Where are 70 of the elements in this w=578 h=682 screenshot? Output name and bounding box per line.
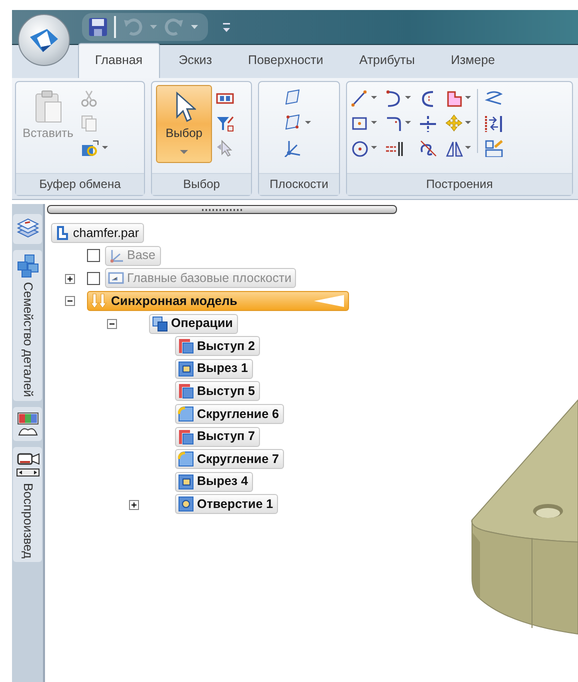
dimension-style-icon[interactable]	[484, 139, 504, 157]
plane-icon[interactable]	[283, 89, 301, 107]
trim-icon[interactable]	[419, 114, 437, 132]
wrap-icon[interactable]	[484, 89, 504, 107]
protrusion-icon	[178, 338, 194, 354]
parts-family-icon	[16, 254, 40, 278]
tree-item[interactable]: Выступ 2	[175, 336, 260, 356]
round-icon	[178, 406, 194, 422]
hole-icon	[178, 496, 194, 512]
fillet-icon[interactable]	[385, 114, 403, 132]
protrusion-icon	[178, 428, 194, 445]
cutout-icon	[178, 360, 194, 377]
group-label: Плоскости	[259, 173, 339, 195]
group-label: Построения	[347, 173, 572, 195]
tree-item[interactable]: Вырез 1	[175, 358, 253, 379]
ribbon-tab[interactable]: Поверхности	[231, 43, 340, 78]
tree-item[interactable]: chamfer.par	[51, 223, 144, 244]
tree-item[interactable]: Скругление 7	[175, 449, 284, 470]
tree-item[interactable]: Выступ 5	[175, 381, 260, 402]
cutout-icon	[178, 474, 194, 490]
circle-icon[interactable]	[351, 139, 369, 157]
expand-toggle[interactable]	[65, 296, 76, 308]
contour-icon[interactable]	[445, 89, 463, 107]
tree-item[interactable]: Операции	[149, 314, 238, 334]
triangle-icon	[314, 294, 344, 308]
sync-icon	[90, 293, 108, 310]
tree-item[interactable]: Отверстие 1	[175, 494, 278, 514]
protrusion-icon	[178, 383, 194, 400]
layers-icon	[16, 218, 40, 240]
flags-icon	[16, 411, 40, 438]
caret-icon	[180, 148, 188, 156]
ribbon-tab[interactable]: Главная	[78, 43, 160, 78]
ribbon-tab[interactable]: Измере	[434, 43, 512, 78]
side-tab[interactable]: Воспроизвед	[13, 447, 42, 562]
format-icon[interactable]	[80, 139, 100, 157]
mirror-icon[interactable]	[445, 139, 463, 157]
tree-item[interactable]: Синхронная модель	[87, 291, 349, 312]
group-label: Буфер обмена	[16, 173, 144, 195]
filter-icon[interactable]	[216, 114, 234, 132]
expand-toggle[interactable]	[129, 500, 140, 511]
arc-icon[interactable]	[385, 89, 403, 107]
tree-item[interactable]: Скругление 6	[175, 404, 284, 424]
axes-icon	[108, 248, 124, 264]
expand-toggle[interactable]	[107, 319, 118, 330]
plane-icon	[108, 270, 124, 286]
side-tab[interactable]: Семейство деталей	[13, 250, 42, 402]
side-tab[interactable]	[13, 407, 42, 442]
checkbox[interactable]	[87, 272, 100, 285]
clipboard-icon	[33, 90, 63, 124]
save-icon[interactable]	[88, 17, 108, 37]
ribbon-tab[interactable]: Эскиз	[162, 43, 229, 78]
line-icon[interactable]	[351, 89, 369, 107]
splitter-bar[interactable]	[47, 205, 397, 214]
move-icon[interactable]	[445, 114, 463, 132]
tree-item[interactable]: Вырез 4	[175, 472, 253, 492]
features-icon	[152, 316, 168, 332]
tree-item[interactable]: Выступ 7	[175, 426, 260, 447]
split-icon[interactable]	[419, 139, 437, 157]
part-icon	[54, 225, 70, 242]
ribbon-tab[interactable]: Атрибуты	[342, 43, 432, 78]
video-camera-icon	[14, 451, 40, 480]
expand-toggle[interactable]	[65, 274, 76, 285]
ribbon-button[interactable]: Выбор	[156, 85, 212, 163]
round-icon	[178, 451, 194, 468]
checkbox[interactable]	[87, 249, 100, 262]
extend-icon[interactable]	[385, 139, 403, 157]
group-label: Выбор	[152, 173, 251, 195]
axes-icon[interactable]	[283, 139, 303, 157]
align-icon[interactable]	[484, 114, 504, 132]
grip-icon	[202, 208, 242, 212]
